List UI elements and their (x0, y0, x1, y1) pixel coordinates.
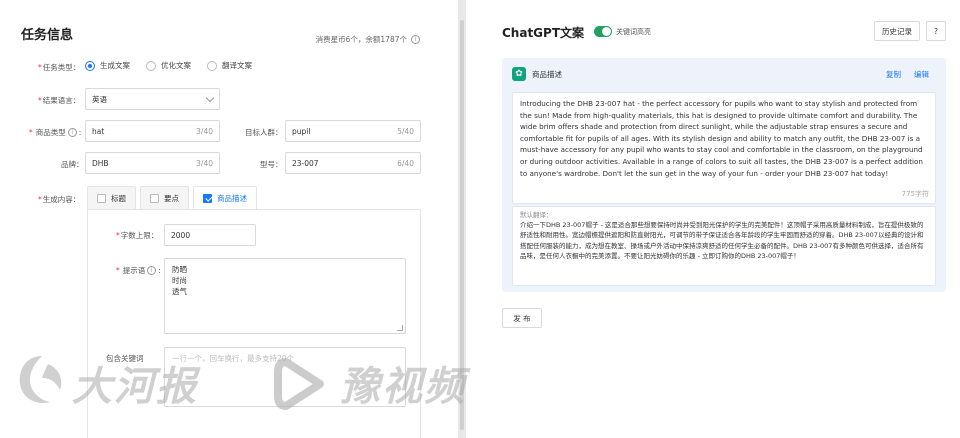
highlight-toggle[interactable] (594, 26, 612, 37)
brand-label: 品牌： (61, 160, 84, 169)
translation-label: 默认翻译： (520, 211, 553, 219)
hint-line: 防晒 (172, 265, 187, 274)
checkbox[interactable] (150, 193, 159, 203)
hint-textarea[interactable]: 防晒 时尚 透气 (164, 258, 406, 334)
checkbox[interactable] (97, 193, 106, 203)
info-icon[interactable]: i (67, 128, 77, 137)
audience-input[interactable]: pupil 5/40 (285, 120, 421, 142)
result-lang-value: 英语 (92, 94, 107, 104)
keywords-textarea[interactable]: 一行一个，回车换行，最多支持20个 (164, 347, 406, 407)
radio-optimize[interactable]: 优化文案 (146, 60, 191, 71)
result-card: ✿ 商品描述 复制 编辑 Introducing the DHB 23-007 … (502, 58, 946, 292)
category-label: * 商品类型 i: (29, 128, 82, 137)
tab-bullets[interactable]: 要点 (140, 186, 189, 210)
result-lang-select[interactable]: 英语 (85, 88, 220, 110)
char-count: 3/40 (196, 126, 213, 136)
scrollbar-thumb[interactable] (460, 20, 464, 430)
char-count: 775字符 (901, 190, 929, 199)
task-type-radios: 生成文案 优化文案 翻译文案 (85, 60, 252, 71)
wordlimit-label: *字数上限： (116, 231, 159, 240)
toggle-label: 关键词高亮 (616, 28, 651, 36)
audience-value: pupil (292, 126, 311, 136)
model-value: 23-007 (292, 158, 319, 168)
info-icon[interactable]: i (411, 35, 420, 44)
resize-handle[interactable] (397, 325, 403, 331)
model-label: 型号： (260, 160, 283, 169)
panel-splitter[interactable] (458, 0, 466, 438)
result-lang-label: *结果语言： (38, 96, 81, 105)
char-count: 3/40 (196, 158, 213, 168)
keywords-placeholder: 一行一个，回车换行，最多支持20个 (172, 354, 295, 363)
radio-generate[interactable]: 生成文案 (85, 60, 130, 71)
radio-dot (85, 60, 95, 71)
tab-description[interactable]: 商品描述 (193, 186, 257, 210)
info-icon[interactable]: i (147, 266, 157, 275)
page-title: 任务信息 (21, 28, 74, 43)
content-label: *生成内容： (38, 195, 81, 204)
result-text: Introducing the DHB 23-007 hat - the per… (512, 92, 936, 204)
copy-link[interactable]: 复制 (886, 69, 901, 80)
chatgpt-panel: ChatGPT文案 关键词高亮 历史记录 ? ✿ 商品描述 复制 编辑 Intr… (466, 0, 960, 438)
hint-line: 透气 (172, 287, 187, 296)
radio-dot (207, 60, 217, 71)
category-input[interactable]: hat 3/40 (85, 120, 220, 142)
tab-title[interactable]: 标题 (87, 186, 136, 210)
openai-logo-icon: ✿ (512, 67, 526, 81)
publish-button[interactable]: 发 布 (502, 308, 542, 328)
card-title: 商品描述 (532, 69, 562, 79)
hint-label: * 提示语 i: (116, 266, 161, 275)
card-header: ✿ 商品描述 (512, 67, 562, 81)
wordlimit-value: 2000 (171, 230, 191, 240)
translation-box: 默认翻译： 介绍一下DHB 23-007帽子 - 这是适合那些想要保持时尚并受到… (512, 206, 936, 286)
task-type-label: *任务类型： (38, 63, 81, 72)
checkbox[interactable] (203, 193, 212, 203)
chatgpt-title: ChatGPT文案 (502, 26, 585, 40)
tab-panel: *字数上限： 2000 * 提示语 i: 防晒 时尚 透气 包含关键词 一行一个，回… (87, 209, 421, 438)
hint-line: 时尚 (172, 276, 187, 285)
translation-text: 介绍一下DHB 23-007帽子 - 这是适合那些想要保持时尚并受到阳光保护的学… (520, 221, 924, 260)
edit-link[interactable]: 编辑 (914, 69, 929, 80)
result-body: Introducing the DHB 23-007 hat - the per… (520, 99, 923, 178)
model-input[interactable]: 23-007 6/40 (285, 152, 421, 174)
quota-text: 消费星币6个，余额1787个 i (316, 34, 420, 45)
char-count: 6/40 (397, 158, 414, 168)
audience-label: 目标人群： (245, 128, 283, 137)
brand-value: DHB (92, 158, 109, 168)
brand-input[interactable]: DHB 3/40 (85, 152, 220, 174)
quota-label: 消费星币6个，余额1787个 (315, 35, 407, 44)
radio-dot (146, 60, 156, 71)
help-button[interactable]: ? (926, 21, 946, 41)
category-value: hat (92, 126, 105, 136)
chevron-down-icon (205, 93, 215, 102)
history-button[interactable]: 历史记录 (874, 21, 920, 41)
char-count: 5/40 (397, 126, 414, 136)
keywords-label: 包含关键词 (106, 354, 144, 363)
wordlimit-input[interactable]: 2000 (164, 224, 256, 246)
radio-translate[interactable]: 翻译文案 (207, 60, 252, 71)
task-info-panel: 任务信息 消费星币6个，余额1787个 i *任务类型： 生成文案 优化文案 翻… (0, 0, 458, 438)
content-tabs: 标题 要点 商品描述 (87, 186, 257, 210)
